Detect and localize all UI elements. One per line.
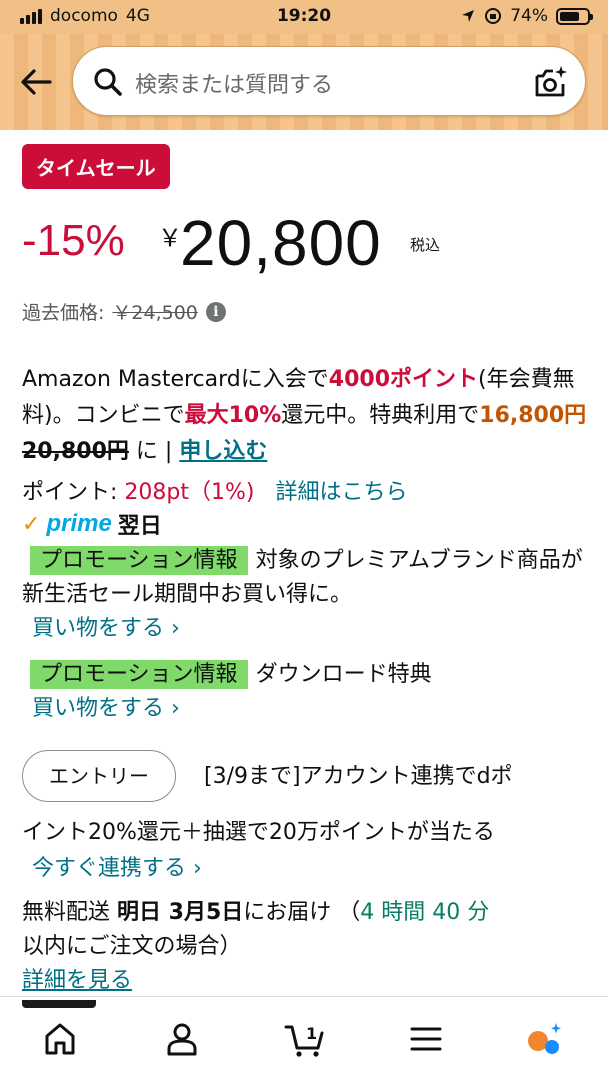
- promotion-tag: プロモーション情報: [30, 660, 248, 689]
- back-arrow-icon[interactable]: [18, 64, 54, 100]
- nav-account[interactable]: [162, 1019, 202, 1059]
- shop-link[interactable]: 買い物をする ›: [32, 612, 588, 646]
- past-price-label: 過去価格:: [22, 302, 105, 324]
- currency-symbol: ￥: [158, 224, 182, 252]
- card-promo-separator: |: [157, 439, 180, 464]
- card-promo-old-price: 20,800円: [22, 439, 129, 464]
- prime-logo: prime: [46, 510, 112, 537]
- card-promo-text-1: Amazon Mastercardに入会で: [22, 367, 329, 392]
- menu-icon: [410, 1027, 442, 1051]
- past-price-value: ￥24,500: [112, 302, 198, 324]
- card-promo-new-price: 16,800円: [479, 403, 587, 428]
- card-promo-text-4: に: [128, 439, 158, 464]
- price: 20,800: [180, 207, 382, 279]
- entry-button[interactable]: エントリー: [22, 750, 176, 802]
- prime-check-icon: ✓: [22, 511, 41, 537]
- card-promo-text-3: 還元中。特典利用で: [281, 403, 480, 428]
- promotion-1: プロモーション情報 対象のプレミアムブランド商品が新生活セール期間中お買い得に。 …: [22, 544, 588, 646]
- promotion-text: ダウンロード特典: [255, 662, 432, 687]
- nav-cart[interactable]: 1: [284, 1019, 328, 1059]
- account-icon: [167, 1023, 197, 1056]
- search-input[interactable]: 検索または質問する: [135, 67, 333, 99]
- delivery-details-link[interactable]: 詳細を見る: [22, 964, 588, 998]
- delivery-countdown: 4 時間 40 分: [360, 900, 490, 925]
- bottom-navigation: 1: [0, 996, 608, 1080]
- home-icon: [45, 1023, 75, 1055]
- camera-search-icon[interactable]: [533, 64, 569, 100]
- cart-icon: 1: [284, 1024, 324, 1057]
- battery-percent: 74%: [510, 6, 548, 26]
- info-icon[interactable]: i: [205, 301, 226, 322]
- nav-menu[interactable]: [406, 1019, 446, 1059]
- status-right: 74%: [460, 6, 593, 26]
- nav-assistant[interactable]: [524, 1019, 564, 1059]
- location-icon: [462, 10, 475, 22]
- link-account-link[interactable]: 今すぐ連携する ›: [32, 850, 202, 882]
- prime-delivery-day: 翌日: [117, 514, 162, 539]
- delivery-text-3: 以内にご注文の場合）: [22, 934, 242, 959]
- battery-icon: [556, 7, 593, 25]
- entry-text-continued: イント20%還元＋抽選で20万ポイントが当たる: [22, 820, 495, 845]
- discount-percent: -15%: [22, 216, 125, 265]
- points-value: 208pt（1%): [124, 480, 255, 505]
- scroll-indicator: [22, 1000, 96, 1008]
- delivery-text-2: にお届け （: [243, 900, 361, 925]
- time-sale-badge: タイムセール: [22, 144, 170, 189]
- promotion-2: プロモーション情報 ダウンロード特典 買い物をする ›: [22, 658, 588, 726]
- search-icon: [94, 68, 122, 96]
- search-bar[interactable]: 検索または質問する: [72, 46, 586, 116]
- points-details-link[interactable]: 詳細はこちら: [276, 480, 408, 505]
- card-promo-text: Amazon Mastercardに入会で4000ポイント(年会費無料)。コンビ…: [22, 362, 588, 470]
- status-bar: docomo 4G 19:20 74%: [0, 0, 608, 34]
- cart-count: 1: [306, 1024, 317, 1043]
- points-label: ポイント:: [22, 480, 118, 505]
- assistant-icon: [528, 1023, 561, 1054]
- header: 検索または質問する: [0, 34, 608, 130]
- prime-delivery: ✓ prime 翌日: [22, 508, 162, 540]
- delivery-date: 明日 3月5日: [117, 900, 244, 925]
- entry-row: エントリー [3/9まで]アカウント連携でdポ: [22, 750, 588, 804]
- card-promo-points: 4000ポイント: [328, 367, 478, 392]
- shop-link[interactable]: 買い物をする ›: [32, 692, 588, 726]
- card-promo-max: 最大10%: [184, 403, 282, 428]
- points-row: ポイント: 208pt（1%) 詳細はこちら: [22, 474, 408, 506]
- past-price-row: 過去価格: ￥24,500 i: [22, 298, 226, 325]
- delivery-text-1: 無料配送: [22, 900, 117, 925]
- nav-home[interactable]: [40, 1019, 80, 1059]
- rotation-lock-icon: [485, 8, 502, 24]
- entry-text: [3/9まで]アカウント連携でdポ: [204, 764, 513, 789]
- promotion-tag: プロモーション情報: [30, 546, 248, 575]
- tax-label: 税込: [410, 236, 441, 254]
- delivery-info: 無料配送 明日 3月5日にお届け （4 時間 40 分 以内にご注文の場合） 詳…: [22, 896, 588, 998]
- apply-link[interactable]: 申し込む: [179, 439, 267, 464]
